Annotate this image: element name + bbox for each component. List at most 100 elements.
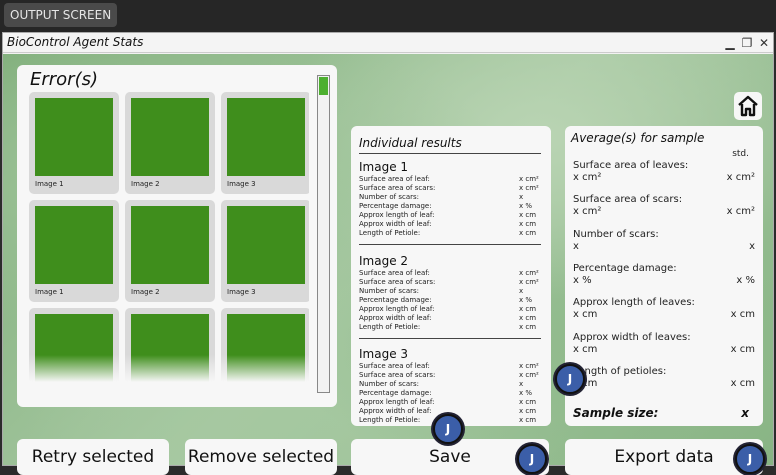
std-value: x cm: [730, 309, 755, 321]
sample-size-value: x: [741, 406, 749, 420]
image-thumbnail: [227, 206, 305, 284]
result-value: x cm: [519, 314, 537, 322]
std-value: x cm: [730, 343, 755, 355]
result-label: Length of Petiole:: [359, 323, 421, 331]
output-screen-button[interactable]: OUTPUT SCREEN: [4, 3, 118, 27]
result-value: x %: [519, 202, 533, 210]
averages-panel: Average(s) for sample std. Surface area …: [565, 126, 763, 426]
image-result-title: Image 1: [359, 160, 409, 174]
result-value: x %: [519, 389, 533, 397]
std-value: x cm²: [726, 172, 755, 183]
restore-icon[interactable]: ❐: [739, 35, 755, 51]
result-value: x cm²: [519, 278, 539, 286]
result-label: Percentage damage:: [359, 389, 432, 397]
average-value: x %: [573, 274, 592, 286]
average-row: Length of petioles: x cm x cm: [573, 366, 755, 390]
export-data-button[interactable]: Export data: [565, 439, 763, 475]
average-row: Percentage damage: x % x %: [573, 263, 755, 287]
user-avatar[interactable]: J: [555, 364, 585, 394]
remove-selected-button[interactable]: Remove selected: [185, 439, 337, 475]
result-value: x cm: [519, 229, 537, 237]
user-avatar[interactable]: J: [433, 414, 463, 444]
result-value: x cm²: [519, 362, 539, 370]
result-label: Approx width of leaf:: [359, 407, 432, 415]
tile-label: Image 1: [35, 180, 64, 188]
tile-label: Image 2: [131, 288, 160, 296]
window-title: BioControl Agent Stats: [7, 35, 144, 49]
average-label: Approx length of leaves:: [573, 297, 695, 309]
average-row: Surface area of scars: x cm² x cm²: [573, 194, 755, 218]
result-value: x %: [519, 296, 533, 304]
average-value: x cm: [573, 377, 598, 389]
app-window: BioControl Agent Stats ▁ ❐ ✕ Error(s) Im…: [2, 32, 774, 475]
error-image-grid: Image 1 Image 2 Image 3 Image 1 Image 2 …: [29, 92, 309, 390]
result-value: x: [519, 287, 524, 295]
error-tile[interactable]: Image 2: [125, 200, 215, 302]
errors-scrollbar[interactable]: [317, 75, 330, 393]
result-value: x: [519, 380, 524, 388]
result-label: Approx length of leaf:: [359, 211, 435, 219]
divider: [359, 244, 541, 245]
error-tile[interactable]: Image 3: [221, 92, 309, 194]
grid-fade-overlay: [29, 355, 315, 391]
main-content: Error(s) Image 1 Image 2 Image 3 Image 1…: [3, 54, 773, 475]
average-label: Surface area of scars:: [573, 194, 683, 206]
error-tile[interactable]: Image 3: [221, 200, 309, 302]
retry-selected-button[interactable]: Retry selected: [17, 439, 169, 475]
std-header: std.: [732, 149, 749, 159]
average-value: x cm: [573, 343, 598, 355]
average-row: Number of scars: x x: [573, 229, 755, 253]
image-thumbnail: [131, 98, 209, 176]
error-tile[interactable]: Image 1: [29, 200, 119, 302]
result-label: Number of scars:: [359, 193, 419, 201]
result-row: Number of scars: x: [359, 287, 541, 296]
average-row: Surface area of leaves: x cm² x cm²: [573, 160, 755, 184]
result-label: Length of Petiole:: [359, 416, 421, 424]
result-value: x cm: [519, 220, 537, 228]
scrollbar-thumb[interactable]: [319, 77, 328, 95]
result-label: Surface area of scars:: [359, 371, 436, 379]
result-label: Number of scars:: [359, 287, 419, 295]
average-label: Approx width of leaves:: [573, 331, 691, 343]
result-row: Approx width of leaf: x cm: [359, 220, 541, 229]
result-row: Number of scars: x: [359, 380, 541, 389]
individual-results-title: Individual results: [359, 136, 462, 150]
image-thumbnail: [35, 206, 113, 284]
user-avatar[interactable]: J: [517, 444, 547, 474]
user-avatar[interactable]: J: [735, 444, 765, 474]
sample-size-label: Sample size:: [573, 406, 659, 420]
error-tile[interactable]: Image 2: [125, 92, 215, 194]
result-value: x cm: [519, 398, 537, 406]
home-button[interactable]: [734, 92, 762, 120]
result-label: Surface area of leaf:: [359, 269, 430, 277]
average-row: Approx length of leaves: x cm x cm: [573, 297, 755, 321]
result-row: Surface area of scars: x cm²: [359, 184, 541, 193]
tile-label: Image 1: [35, 288, 64, 296]
tile-label: Image 3: [227, 180, 256, 188]
close-icon[interactable]: ✕: [756, 35, 772, 51]
result-value: x cm: [519, 211, 537, 219]
average-value: x: [573, 240, 579, 252]
individual-results-panel: Individual results Image 1 Surface area o…: [351, 126, 551, 426]
top-bar: OUTPUT SCREEN: [0, 0, 776, 34]
result-label: Percentage damage:: [359, 296, 432, 304]
result-label: Length of Petiole:: [359, 229, 421, 237]
result-value: x cm²: [519, 184, 539, 192]
title-bar: BioControl Agent Stats ▁ ❐ ✕: [3, 33, 773, 53]
result-label: Surface area of scars:: [359, 278, 436, 286]
result-value: x: [519, 193, 524, 201]
result-label: Approx width of leaf:: [359, 220, 432, 228]
result-label: Percentage damage:: [359, 202, 432, 210]
result-value: x cm²: [519, 175, 539, 183]
result-row: Length of Petiole: x cm: [359, 323, 541, 332]
result-label: Approx length of leaf:: [359, 398, 435, 406]
error-tile[interactable]: Image 1: [29, 92, 119, 194]
std-value: x: [749, 240, 755, 252]
image-thumbnail: [227, 98, 305, 176]
home-icon: [738, 95, 758, 117]
minimize-icon[interactable]: ▁: [722, 35, 738, 51]
result-row: Percentage damage: x %: [359, 296, 541, 305]
average-label: Surface area of leaves:: [573, 160, 689, 171]
result-row: Surface area of leaf: x cm²: [359, 362, 541, 371]
image-thumbnail: [35, 98, 113, 176]
